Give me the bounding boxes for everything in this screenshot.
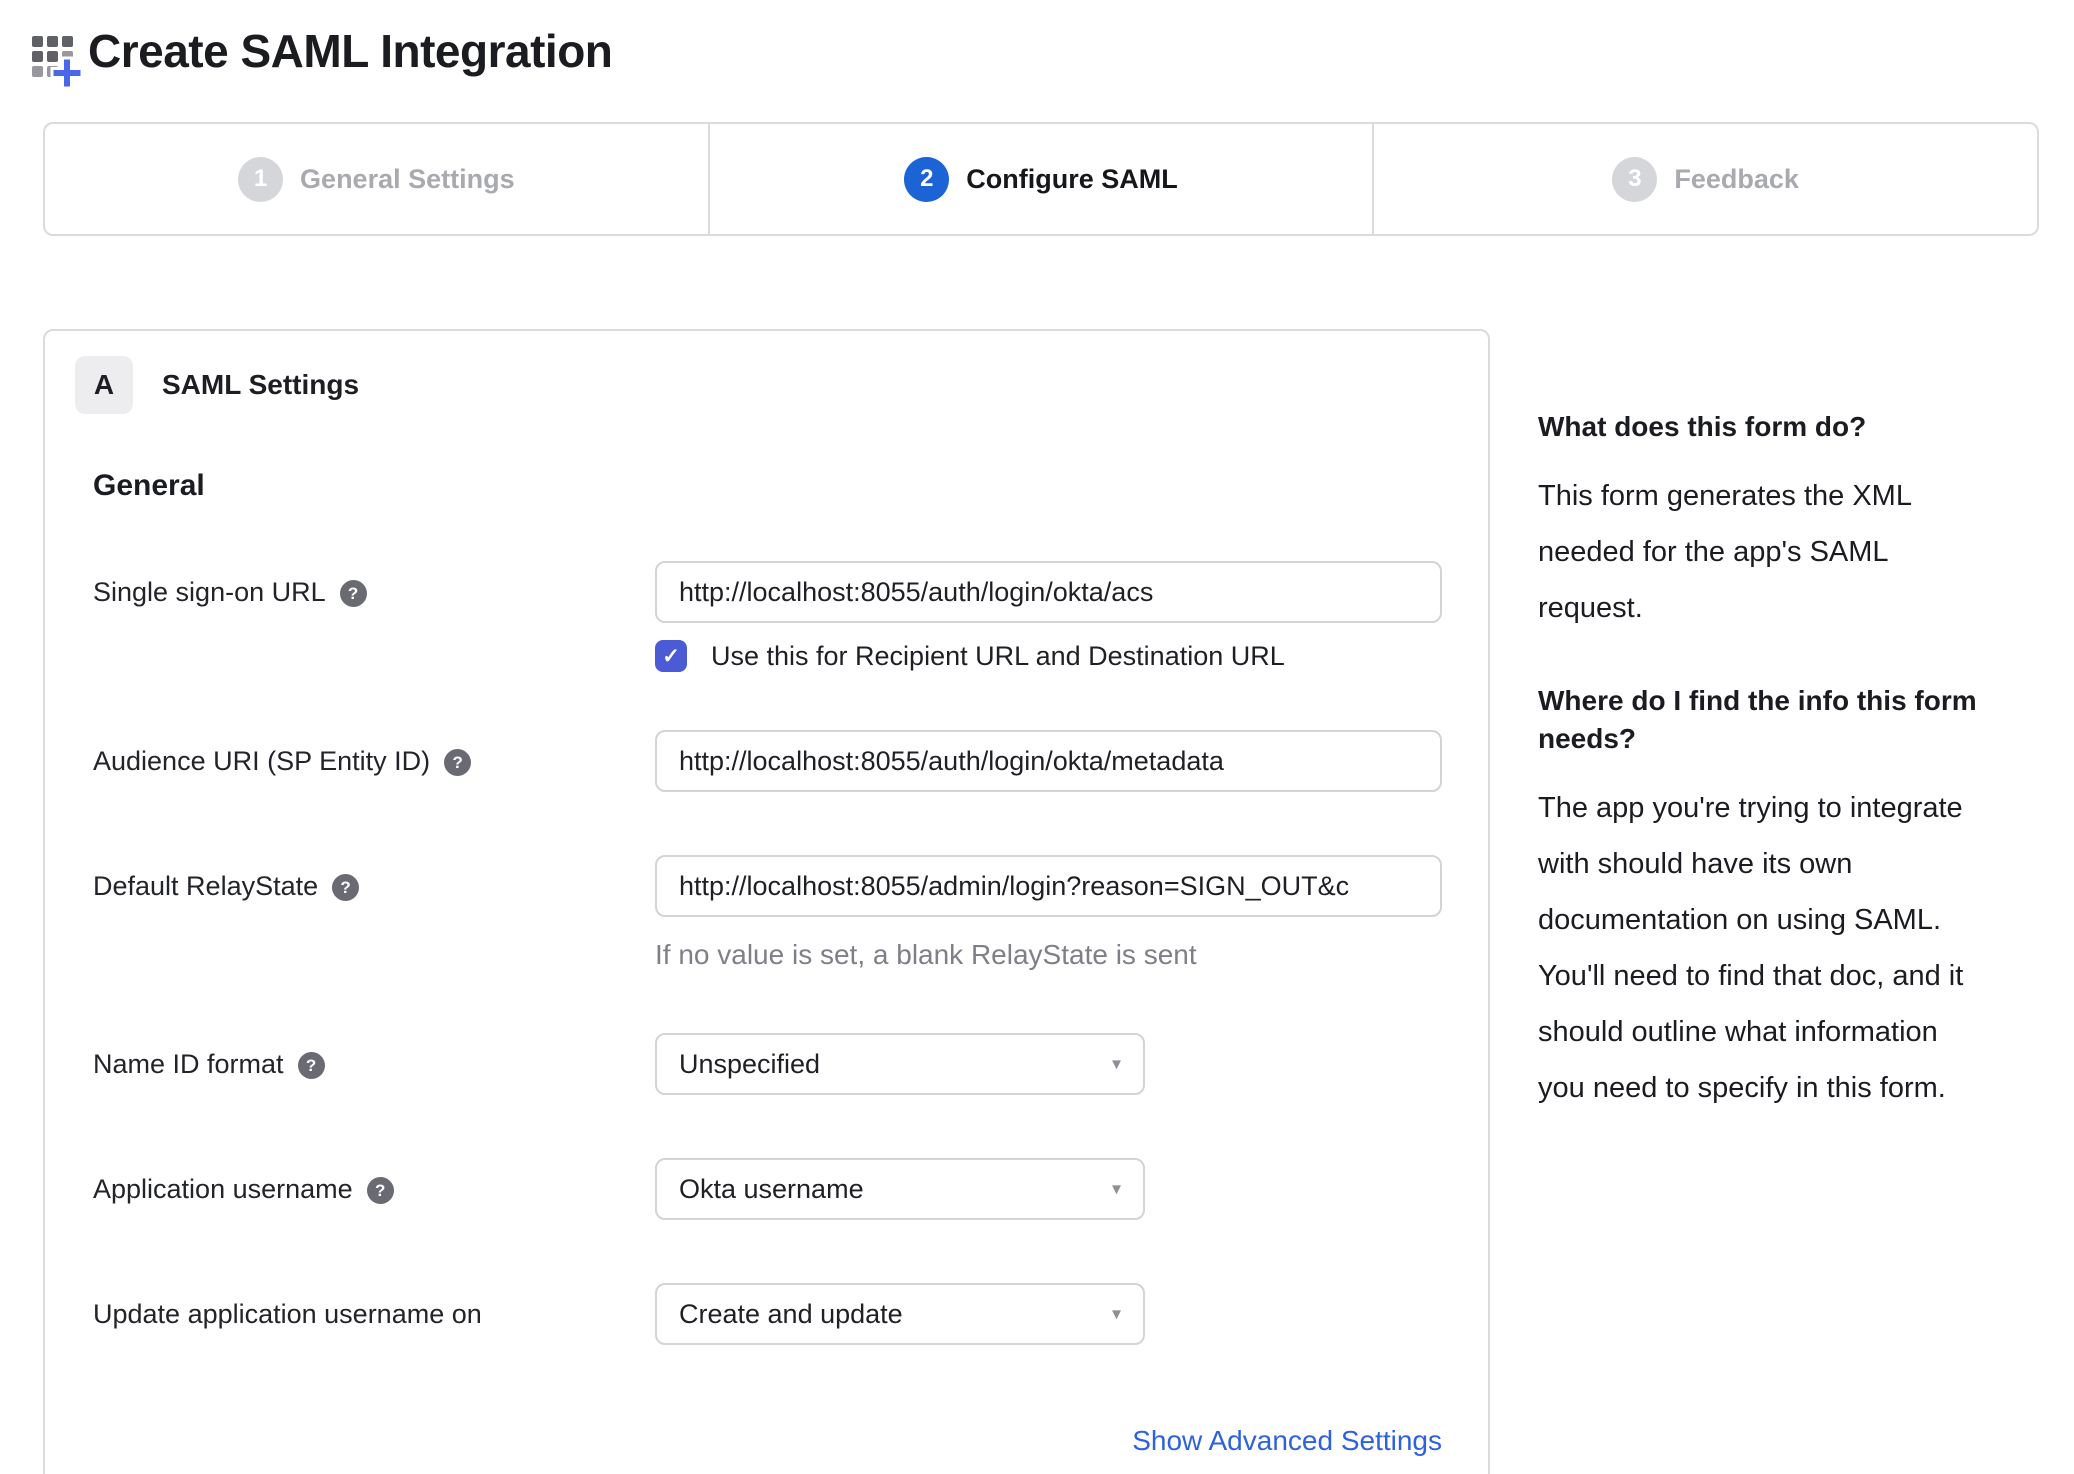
- saml-settings-panel: A SAML Settings General Single sign-on U…: [43, 329, 1490, 1474]
- selected-value: Create and update: [679, 1298, 903, 1329]
- help-icon[interactable]: ?: [444, 749, 472, 776]
- chevron-down-icon: ▾: [1111, 1178, 1121, 1199]
- relay-state-input[interactable]: [655, 855, 1442, 917]
- help-icon[interactable]: ?: [297, 1052, 325, 1079]
- step-number-badge: 3: [1612, 156, 1658, 202]
- grid-plus-icon: [26, 24, 88, 96]
- step-number-badge: 1: [238, 156, 284, 202]
- help-icon[interactable]: ?: [332, 874, 360, 901]
- show-advanced-settings-link[interactable]: Show Advanced Settings: [1132, 1425, 1442, 1456]
- audience-uri-input[interactable]: [655, 730, 1442, 792]
- selected-value: Unspecified: [679, 1048, 821, 1079]
- sso-url-input[interactable]: [655, 561, 1442, 623]
- general-heading: General: [93, 469, 205, 502]
- wizard-step-bar: 1 General Settings 2 Configure SAML 3 Fe…: [43, 122, 2039, 236]
- sso-url-label: Single sign-on URL: [93, 577, 326, 607]
- help-icon[interactable]: ?: [366, 1177, 394, 1204]
- help-icon[interactable]: ?: [339, 580, 367, 607]
- relay-state-help-text: If no value is set, a blank RelayState i…: [655, 939, 1197, 970]
- page-header: Create SAML Integration: [26, 18, 2074, 96]
- application-username-label: Application username: [93, 1174, 353, 1204]
- step-feedback[interactable]: 3 Feedback: [1372, 124, 2037, 234]
- chevron-down-icon: ▾: [1111, 1053, 1121, 1074]
- relay-state-label: Default RelayState: [93, 871, 319, 901]
- help-sidebar: What does this form do? This form genera…: [1538, 329, 2058, 1116]
- sidebar-answer-2: The app you're trying to integrate with …: [1538, 792, 1964, 1104]
- sidebar-question-2: Where do I find the info this form needs…: [1538, 685, 1977, 754]
- update-application-username-select[interactable]: Create and update ▾: [655, 1283, 1145, 1345]
- section-badge: A: [75, 356, 133, 414]
- step-label: Configure SAML: [966, 163, 1178, 194]
- step-general-settings[interactable]: 1 General Settings: [45, 124, 708, 234]
- step-number-badge: 2: [904, 156, 950, 202]
- recipient-url-checkbox[interactable]: ✓: [655, 640, 687, 672]
- name-id-format-select[interactable]: Unspecified ▾: [655, 1033, 1145, 1095]
- step-label: Feedback: [1674, 163, 1799, 194]
- section-title: SAML Settings: [162, 369, 360, 400]
- step-label: General Settings: [300, 163, 515, 194]
- audience-uri-label: Audience URI (SP Entity ID): [93, 746, 431, 776]
- plus-icon: [50, 56, 84, 90]
- chevron-down-icon: ▾: [1111, 1303, 1121, 1324]
- recipient-url-checkbox-label: Use this for Recipient URL and Destinati…: [711, 640, 1285, 671]
- application-username-select[interactable]: Okta username ▾: [655, 1158, 1145, 1220]
- step-configure-saml[interactable]: 2 Configure SAML: [707, 124, 1373, 234]
- page-title: Create SAML Integration: [88, 25, 613, 77]
- selected-value: Okta username: [679, 1173, 864, 1204]
- sidebar-question-1: What does this form do?: [1538, 411, 1867, 442]
- update-application-username-label: Update application username on: [93, 1299, 482, 1329]
- name-id-format-label: Name ID format: [93, 1049, 284, 1079]
- sidebar-answer-1: This form generates the XML needed for t…: [1538, 480, 1912, 624]
